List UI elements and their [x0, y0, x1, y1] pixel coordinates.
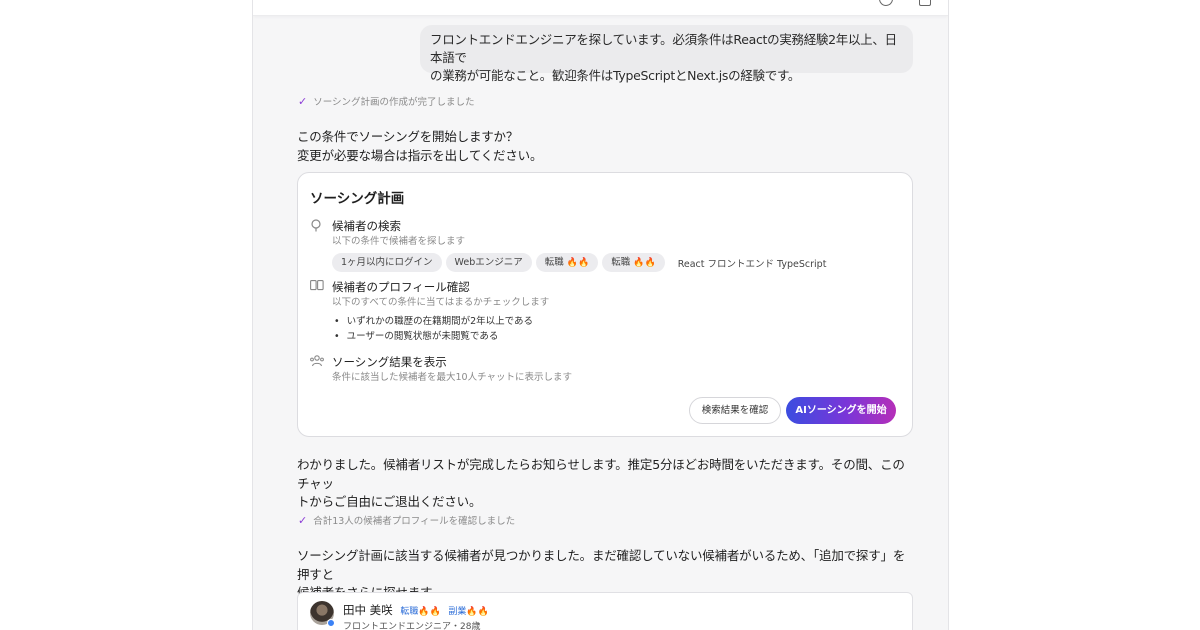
step-title: 候補者のプロフィール確認 [332, 280, 470, 294]
step-desc: 以下の条件で候補者を探します [332, 236, 466, 247]
chip-label: 1ヶ月以内にログイン [341, 257, 433, 268]
flame-icon: 🔥🔥 [466, 607, 489, 617]
tag-label: 転職 [400, 607, 419, 617]
chip-label: 転職 [544, 257, 564, 268]
sourcing-plan-card: ソーシング計画 候補者の検索 以下の条件で候補者を探します 1ヶ月以内にログイン… [297, 172, 913, 437]
step-title: 候補者の検索 [332, 219, 401, 233]
user-message: フロントエンドエンジニアを探しています。必須条件はReactの実務経験2年以上、… [420, 25, 913, 83]
candidate-name: 田中 美咲 [343, 603, 393, 617]
candidate-card[interactable]: 田中 美咲 転職🔥🔥 副業🔥🔥 フロントエンドエンジニア・28歳 [297, 592, 913, 630]
chat-panel: フロントエンドエンジニアを探しています。必須条件はReactの実務経験2年以上、… [252, 0, 949, 630]
reply-line: トからご自由にご退出ください。 [297, 494, 482, 509]
condition-chip: Webエンジニア [445, 253, 532, 272]
view-search-results-button[interactable]: 検索結果を確認 [689, 397, 781, 424]
people-icon [310, 355, 324, 369]
result-line: ソーシング計画に該当する候補者が見つかりました。まだ確認していない候補者がいるた… [297, 548, 906, 582]
flame-icon: 🔥🔥 [418, 607, 441, 617]
online-status-dot [327, 619, 335, 627]
user-message-line: フロントエンドエンジニアを探しています。必須条件はReactの実務経験2年以上、… [430, 32, 897, 65]
candidate-name-row: 田中 美咲 転職🔥🔥 副業🔥🔥 [343, 602, 489, 618]
condition-chip: 転職 🔥🔥 [535, 253, 599, 272]
step-title: ソーシング結果を表示 [332, 355, 447, 369]
check-conditions: いずれかの職歴の在籍期間が2年以上である ユーザーの閲覧状態が未閲覧である [334, 314, 533, 344]
status-plan-complete: ✓ ソーシング計画の作成が完了しました [298, 94, 475, 109]
prompt-line: 変更が必要な場合は指示を出してください。 [297, 147, 543, 163]
candidate-subtitle: フロントエンドエンジニア・28歳 [343, 622, 481, 630]
condition-item: いずれかの職歴の在籍期間が2年以上である [334, 314, 533, 329]
job-change-tag: 転職🔥🔥 [400, 607, 440, 617]
assistant-prompt: この条件でソーシングを開始しますか？ 変更が必要な場合は指示を出してください。 [297, 128, 911, 165]
flame-icon: 🔥🔥 [633, 258, 656, 268]
condition-chip: 転職 🔥🔥 [602, 253, 665, 272]
step-desc: 条件に該当した候補者を最大10人チャットに表示します [332, 372, 572, 383]
chip-label: Webエンジニア [454, 257, 523, 268]
check-icon: ✓ [298, 513, 308, 527]
step-desc: 以下のすべての条件に当てはまるかチェックします [332, 297, 550, 308]
status-text: ソーシング計画の作成が完了しました [313, 97, 475, 108]
status-text: 合計13人の候補者プロフィールを確認しました [313, 516, 516, 527]
reply-line: わかりました。候補者リストが完成したらお知らせします。推定5分ほどお時間をいただ… [297, 457, 905, 491]
search-conditions: 1ヶ月以内にログイン Webエンジニア 転職 🔥🔥 転職 🔥🔥 React フロ… [332, 253, 826, 272]
side-job-tag: 副業🔥🔥 [448, 607, 488, 617]
assistant-reply: わかりました。候補者リストが完成したらお知らせします。推定5分ほどお時間をいただ… [297, 456, 911, 512]
info-icon[interactable] [879, 0, 893, 6]
top-bar [253, 0, 948, 16]
flame-icon: 🔥 [578, 258, 590, 268]
start-ai-sourcing-button[interactable]: AIソーシングを開始 [786, 397, 896, 424]
flame-icon: 🔥 [566, 258, 579, 268]
user-message-line: の業務が可能なこと。歓迎条件はTypeScriptとNext.jsの経験です。 [430, 68, 801, 83]
keywords: React フロントエンド TypeScript [677, 258, 827, 270]
profile-check-icon [310, 280, 324, 294]
menu-icon[interactable] [919, 0, 931, 6]
plan-title: ソーシング計画 [310, 191, 405, 207]
check-icon: ✓ [298, 94, 308, 108]
status-profiles-checked: ✓ 合計13人の候補者プロフィールを確認しました [298, 513, 516, 528]
prompt-line: この条件でソーシングを開始しますか？ [297, 129, 519, 144]
chip-label: 転職 [611, 257, 631, 268]
condition-chip: 1ヶ月以内にログイン [332, 253, 442, 272]
condition-item: ユーザーの閲覧状態が未閲覧である [334, 329, 533, 344]
tag-label: 副業 [448, 607, 467, 617]
search-icon [310, 219, 324, 233]
